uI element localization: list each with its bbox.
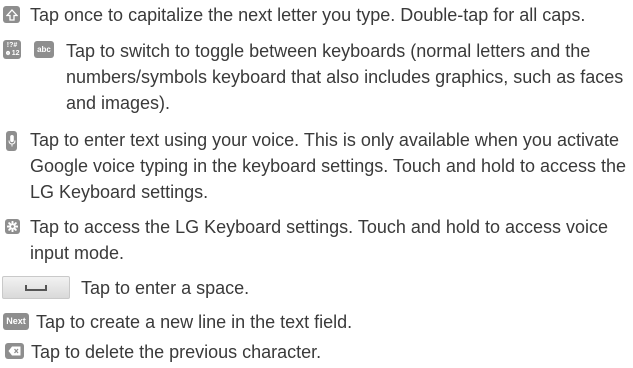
microphone-key-icon (6, 131, 17, 151)
next-description-text: Tap to create a new line in the text fie… (36, 312, 353, 332)
next-key-description: Next Tap to create a new line in the tex… (0, 308, 627, 336)
keyboard-toggle-description-text: Tap to switch to toggle between keyboard… (66, 41, 624, 113)
gear-key-icon (5, 219, 20, 234)
space-bar-key-icon (2, 276, 70, 299)
keyboard-toggle-description: !?# ☻12 abc Tap to switch to toggle betw… (0, 36, 627, 116)
symbols-key-icon: !?# ☻12 (3, 40, 21, 59)
abc-key-label: abc (37, 44, 51, 54)
symbols-key-bottom-label: ☻12 (4, 50, 20, 57)
delete-description-text: Tap to delete the previous character. (31, 342, 322, 362)
abc-key-icon: abc (34, 41, 54, 58)
shift-key-description: Tap once to capitalize the next letter y… (0, 0, 627, 26)
space-description-text: Tap to enter a space. (81, 278, 250, 298)
settings-description-text: Tap to access the LG Keyboard settings. … (30, 217, 609, 263)
symbols-key-top-label: !?# (6, 42, 18, 49)
voice-input-description: Tap to enter text using your voice. This… (0, 127, 627, 207)
space-key-description: Tap to enter a space. (0, 275, 627, 303)
next-key-label: Next (6, 316, 26, 326)
settings-key-description: Tap to access the LG Keyboard settings. … (0, 213, 627, 267)
shift-key-icon (3, 6, 20, 23)
backspace-key-icon (5, 343, 24, 359)
next-key-icon: Next (3, 313, 29, 330)
voice-input-description-text: Tap to enter text using your voice. This… (30, 130, 627, 202)
shift-description-text: Tap once to capitalize the next letter y… (30, 5, 586, 25)
delete-key-description: Tap to delete the previous character. (0, 338, 627, 366)
